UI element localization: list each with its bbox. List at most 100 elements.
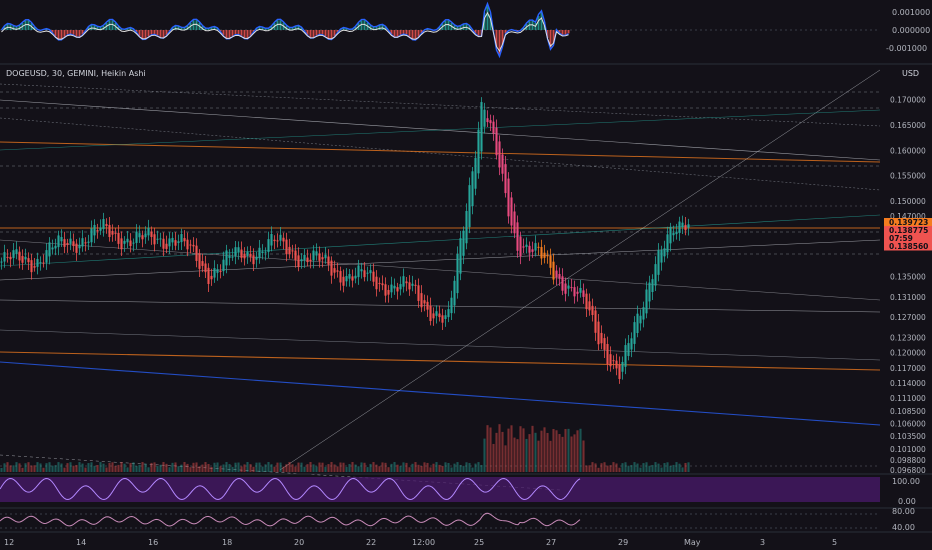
candle-body [72, 241, 75, 247]
rsi-tick-40: 40.00 [892, 523, 915, 532]
candle-body [99, 227, 102, 231]
candle-body [276, 240, 279, 242]
volume-bar [333, 464, 336, 472]
candle-body [684, 224, 687, 231]
volume-bar [216, 462, 219, 472]
candle-body [417, 285, 420, 301]
osc-bar [150, 30, 153, 35]
candle-body [180, 234, 183, 243]
candle-body [600, 332, 603, 344]
candle-body [618, 364, 621, 379]
candle-body [555, 270, 558, 278]
volume-bar [276, 462, 279, 472]
candle-body [348, 274, 351, 279]
volume-bar [579, 428, 582, 472]
volume-bar [252, 466, 255, 472]
volume-bar [39, 463, 42, 472]
candle-body [510, 197, 513, 226]
price-tick: 0.160000 [890, 146, 926, 155]
candle-body [393, 285, 396, 289]
candle-body [681, 222, 684, 228]
candle-body [480, 102, 483, 152]
candle-body [459, 238, 462, 274]
volume-bar [642, 463, 645, 472]
candle-body [438, 313, 441, 318]
candle-body [687, 224, 690, 228]
volume-bar [219, 466, 222, 472]
candle-body [654, 264, 657, 286]
volume-bar [606, 465, 609, 472]
volume-bar [357, 466, 360, 472]
candle-body [291, 250, 294, 252]
volume-bar [108, 463, 111, 472]
volume-bar [21, 467, 24, 472]
price-label: 0.138560 [889, 242, 928, 251]
volume-bar [372, 462, 375, 472]
candle-body [108, 225, 111, 238]
volume-bar [387, 467, 390, 472]
candle-body [399, 284, 402, 290]
candle-body [558, 273, 561, 279]
candle-body [540, 247, 543, 259]
volume-bar [468, 463, 471, 472]
volume-bar [273, 466, 276, 472]
volume-bar [27, 462, 30, 472]
candle-body [162, 238, 165, 249]
volume-bar [369, 463, 372, 472]
candle-body [270, 233, 273, 246]
volume-bar [159, 464, 162, 472]
volume-bar [99, 462, 102, 472]
osc-bar [63, 30, 66, 37]
candle-body [21, 256, 24, 263]
candle-body [36, 258, 39, 267]
volume-bar [180, 464, 183, 472]
candle-body [648, 282, 651, 302]
price-tick: 0.123000 [890, 333, 926, 342]
candle-body [321, 257, 324, 260]
candle-body [48, 242, 51, 257]
volume-bar [288, 462, 291, 472]
price-tick: 0.103500 [890, 432, 926, 441]
volume-bar [63, 467, 66, 472]
candle-body [498, 141, 501, 168]
volume-bar [3, 463, 6, 472]
volume-bar [681, 467, 684, 472]
trading-chart[interactable]: 0.001000 0.000000 -0.001000 DOGEUSD, 30,… [0, 0, 932, 550]
volume-bar [18, 463, 21, 472]
volume-bar [69, 462, 72, 472]
candle-body [117, 232, 120, 244]
volume-bar [309, 462, 312, 472]
candle-body [462, 230, 465, 256]
volume-bar [342, 462, 345, 472]
volume-bar [72, 465, 75, 472]
osc-bar [315, 30, 318, 36]
volume-bar [633, 462, 636, 472]
volume-bar [300, 462, 303, 472]
candle-body [42, 262, 45, 264]
candle-body [234, 247, 237, 257]
volume-bar [336, 466, 339, 472]
volume-bar [261, 466, 264, 472]
price-tick: 0.150000 [890, 197, 926, 206]
candle-body [603, 338, 606, 350]
osc-tick-bottom: -0.001000 [886, 44, 927, 53]
candle-body [306, 257, 309, 263]
candle-body [444, 315, 447, 320]
candle-body [231, 256, 234, 258]
candle-body [615, 360, 618, 369]
osc-bar [567, 30, 570, 34]
volume-bar [87, 463, 90, 472]
osc-bar [309, 30, 312, 38]
volume-bar [609, 465, 612, 472]
volume-bar [60, 463, 63, 472]
volume-bar [654, 462, 657, 472]
volume-bar [144, 463, 147, 472]
volume-bar [135, 465, 138, 472]
volume-bar [75, 465, 78, 472]
x-tick: 18 [222, 538, 232, 547]
volume-bar [204, 462, 207, 472]
volume-bar [360, 462, 363, 472]
volume-bar [165, 463, 168, 472]
volume-bar [405, 462, 408, 472]
volume-bar [210, 466, 213, 472]
